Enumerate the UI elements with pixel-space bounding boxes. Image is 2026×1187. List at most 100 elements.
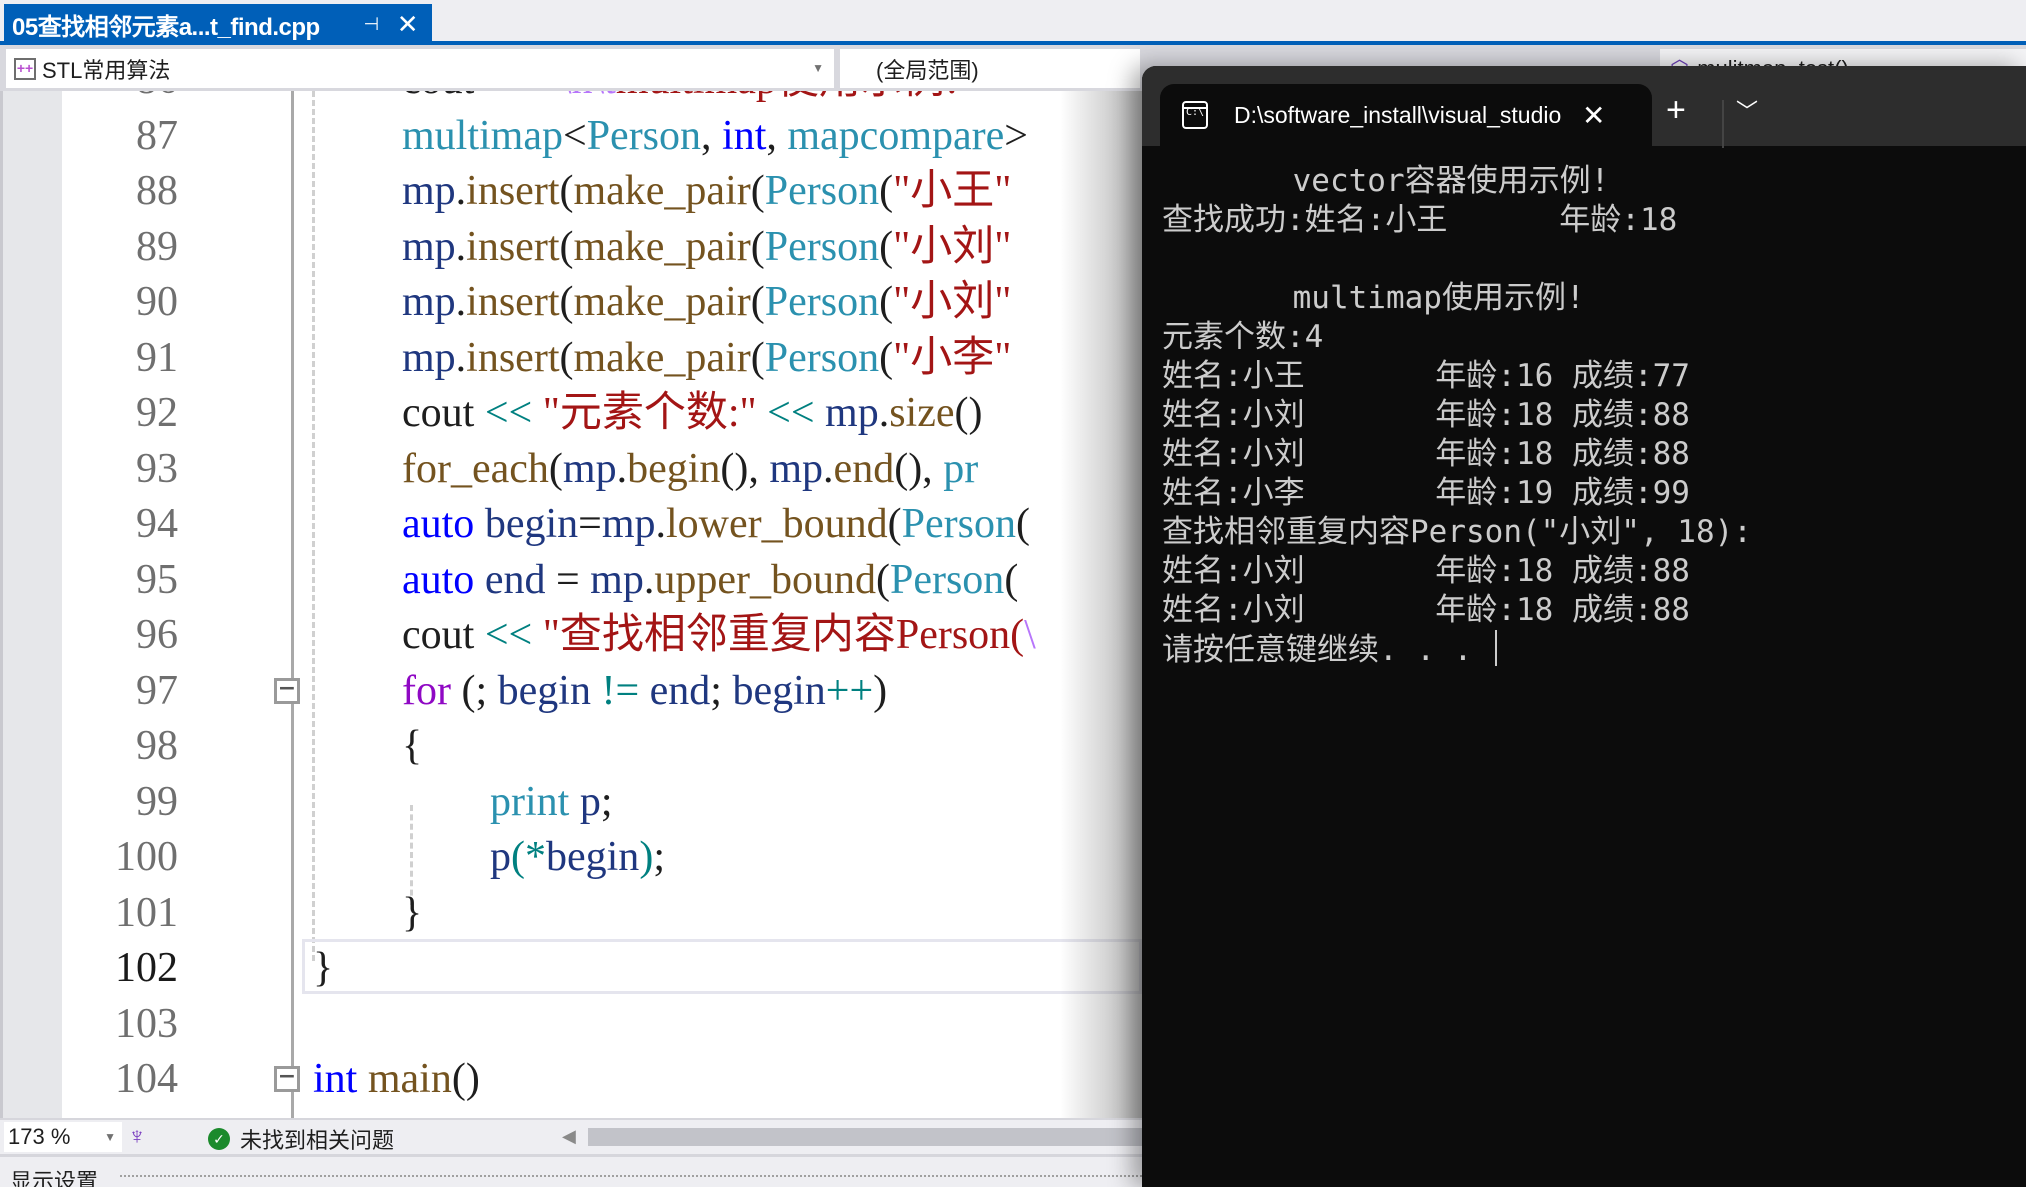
code-token: "元素个数:" bbox=[542, 390, 768, 436]
code-line[interactable]: 99 print p; bbox=[0, 775, 1142, 830]
code-token: < bbox=[986, 91, 1010, 103]
code-token: begin bbox=[732, 667, 826, 714]
code-text: auto begin=mp.lower_bound(Person( bbox=[402, 497, 1030, 552]
code-text: mp.insert(make_pair(Person("小刘" bbox=[402, 275, 1011, 330]
code-token: ( bbox=[875, 556, 890, 603]
code-token: insert bbox=[466, 334, 560, 381]
issues-indicator[interactable]: ✓ 未找到相关问题 bbox=[208, 1123, 394, 1155]
tab-separator bbox=[1722, 100, 1724, 148]
code-line[interactable]: 96 cout << "查找相邻重复内容Person(\ bbox=[0, 608, 1142, 663]
code-token: = bbox=[578, 501, 602, 547]
code-line[interactable]: 101} bbox=[0, 886, 1142, 941]
code-token: > bbox=[1004, 112, 1028, 159]
code-token: begin bbox=[627, 445, 721, 492]
code-token: Person bbox=[586, 112, 702, 159]
code-line[interactable]: 94 auto begin=mp.lower_bound(Person( bbox=[0, 497, 1142, 552]
terminal-line: 姓名:小刘 年龄:18 成绩:88 bbox=[1162, 397, 1690, 433]
code-text: mp.insert(make_pair(Person("小李" bbox=[402, 331, 1011, 386]
line-number: 97 bbox=[136, 667, 178, 714]
document-tab[interactable]: 05查找相邻元素a...t_find.cpp ⊣ ✕ bbox=[4, 4, 432, 45]
code-token: begin bbox=[497, 667, 602, 714]
pin-icon[interactable]: ⊣ bbox=[364, 14, 380, 35]
line-number: 98 bbox=[136, 723, 178, 769]
code-line[interactable]: 104 − int main() bbox=[0, 1052, 1142, 1107]
collapse-icon[interactable]: − bbox=[274, 677, 300, 704]
project-dropdown[interactable]: ++ STL常用算法 ▼ bbox=[6, 49, 834, 88]
code-line[interactable]: 100 p(*begin); bbox=[0, 830, 1142, 885]
code-line[interactable]: 93 for_each(mp.begin(), mp.end(), pr bbox=[0, 442, 1142, 497]
code-line[interactable]: 103 bbox=[0, 997, 1142, 1052]
code-token: mp bbox=[769, 445, 824, 492]
scope-dropdown[interactable]: (全局范围) bbox=[840, 49, 1140, 88]
code-line[interactable]: 97− for (; begin != end; begin++) bbox=[0, 664, 1142, 719]
line-number: 102 bbox=[115, 945, 178, 991]
code-line[interactable]: 87 multimap<Person, int, mapcompare> bbox=[0, 109, 1142, 164]
chevron-down-icon[interactable]: ﹀ bbox=[1736, 94, 1758, 126]
code-line[interactable]: 95 auto end = mp.upper_bound(Person( bbox=[0, 553, 1142, 608]
terminal-line: vector容器使用示例! bbox=[1162, 163, 1610, 199]
code-token: for bbox=[402, 667, 462, 714]
code-token: ) bbox=[873, 667, 888, 714]
code-token: , bbox=[701, 112, 723, 159]
close-icon[interactable]: ✕ bbox=[1582, 99, 1605, 132]
collapse-icon[interactable]: − bbox=[274, 1066, 300, 1092]
line-number: 95 bbox=[136, 556, 178, 603]
terminal-tab[interactable]: C:\ D:\software_install\visual_studio ✕ bbox=[1160, 84, 1652, 146]
editor-status-bar: 173 % ▼ ♆ ✓ 未找到相关问题 ◀ bbox=[0, 1118, 1142, 1156]
new-tab-button[interactable]: + bbox=[1666, 92, 1686, 128]
code-line[interactable]: 90 mp.insert(make_pair(Person("小刘" bbox=[0, 275, 1142, 330]
intellicode-icon[interactable]: ♆ bbox=[128, 1124, 146, 1150]
code-token: begin bbox=[546, 834, 640, 880]
code-token: } bbox=[402, 889, 423, 936]
code-token: size bbox=[889, 390, 955, 436]
code-token: "小王" bbox=[893, 168, 1012, 214]
code-token: . bbox=[878, 390, 890, 436]
terminal-line: 查找成功:姓名:小王 年龄:18 bbox=[1162, 202, 1678, 238]
code-line[interactable]: 91 mp.insert(make_pair(Person("小李" bbox=[0, 331, 1142, 386]
code-line[interactable]: 92 cout << "元素个数:" << mp.size() bbox=[0, 386, 1142, 441]
code-text: cout << "元素个数:" << mp.size() bbox=[402, 386, 982, 441]
code-editor[interactable]: 86cout << "\n\tmultimap使用示例!" <87multima… bbox=[0, 91, 1142, 1118]
code-text: int main() bbox=[313, 1052, 480, 1107]
line-number: 93 bbox=[136, 445, 178, 492]
code-token: end bbox=[833, 445, 895, 492]
terminal-line: 查找相邻重复内容Person("小刘", 18): bbox=[1162, 514, 1752, 550]
code-token: auto bbox=[402, 501, 485, 547]
code-token: . bbox=[823, 445, 834, 492]
code-token: , bbox=[766, 112, 788, 159]
scroll-left-arrow[interactable]: ◀ bbox=[562, 1126, 576, 1147]
terminal-output[interactable]: vector容器使用示例! 查找成功:姓名:小王 年龄:18 multimap使用… bbox=[1162, 162, 1752, 670]
code-token: (), bbox=[720, 445, 770, 492]
code-token: ( bbox=[750, 223, 765, 270]
code-token: p bbox=[490, 834, 511, 880]
code-token: for_each bbox=[402, 445, 549, 492]
code-line[interactable]: 98 { bbox=[0, 719, 1142, 774]
code-token: mp bbox=[601, 501, 656, 547]
code-token: () bbox=[954, 390, 983, 436]
code-token: mp bbox=[402, 168, 456, 214]
terminal-line: 姓名:小刘 年龄:18 成绩:88 bbox=[1162, 436, 1690, 472]
code-line[interactable]: 86 cout << "\n\tmultimap使用示例!" < bbox=[0, 91, 1142, 108]
code-token: Person bbox=[764, 279, 880, 325]
code-line[interactable]: 88 mp.insert(make_pair(Person("小王" bbox=[0, 164, 1142, 219]
code-token: Person bbox=[764, 168, 880, 214]
code-token: "查找相邻重复内容Person( bbox=[542, 612, 1025, 658]
horizontal-scrollbar[interactable] bbox=[588, 1128, 1142, 1146]
code-token: "小李" bbox=[893, 334, 1012, 381]
code-token: mp bbox=[402, 223, 456, 270]
code-line[interactable]: 89 mp.insert(make_pair(Person("小刘" bbox=[0, 220, 1142, 275]
code-text: mp.insert(make_pair(Person("小王" bbox=[402, 164, 1011, 219]
zoom-level: 173 % bbox=[8, 1124, 71, 1149]
code-token: ( bbox=[750, 168, 765, 214]
terminal-line: 姓名:小李 年龄:19 成绩:99 bbox=[1162, 475, 1690, 511]
close-icon[interactable]: ✕ bbox=[397, 9, 419, 40]
code-token: ( bbox=[1015, 501, 1030, 547]
code-token: end bbox=[484, 556, 546, 603]
code-text: cout << "\n\tmultimap使用示例!" < bbox=[402, 91, 1010, 108]
line-number: 92 bbox=[136, 390, 178, 436]
terminal-line: 姓名:小王 年龄:16 成绩:77 bbox=[1162, 358, 1690, 394]
code-token: . bbox=[616, 445, 628, 492]
zoom-level-dropdown[interactable]: 173 % ▼ bbox=[4, 1122, 122, 1152]
code-line[interactable]: 102} bbox=[0, 939, 1142, 996]
code-token: . bbox=[455, 168, 467, 214]
